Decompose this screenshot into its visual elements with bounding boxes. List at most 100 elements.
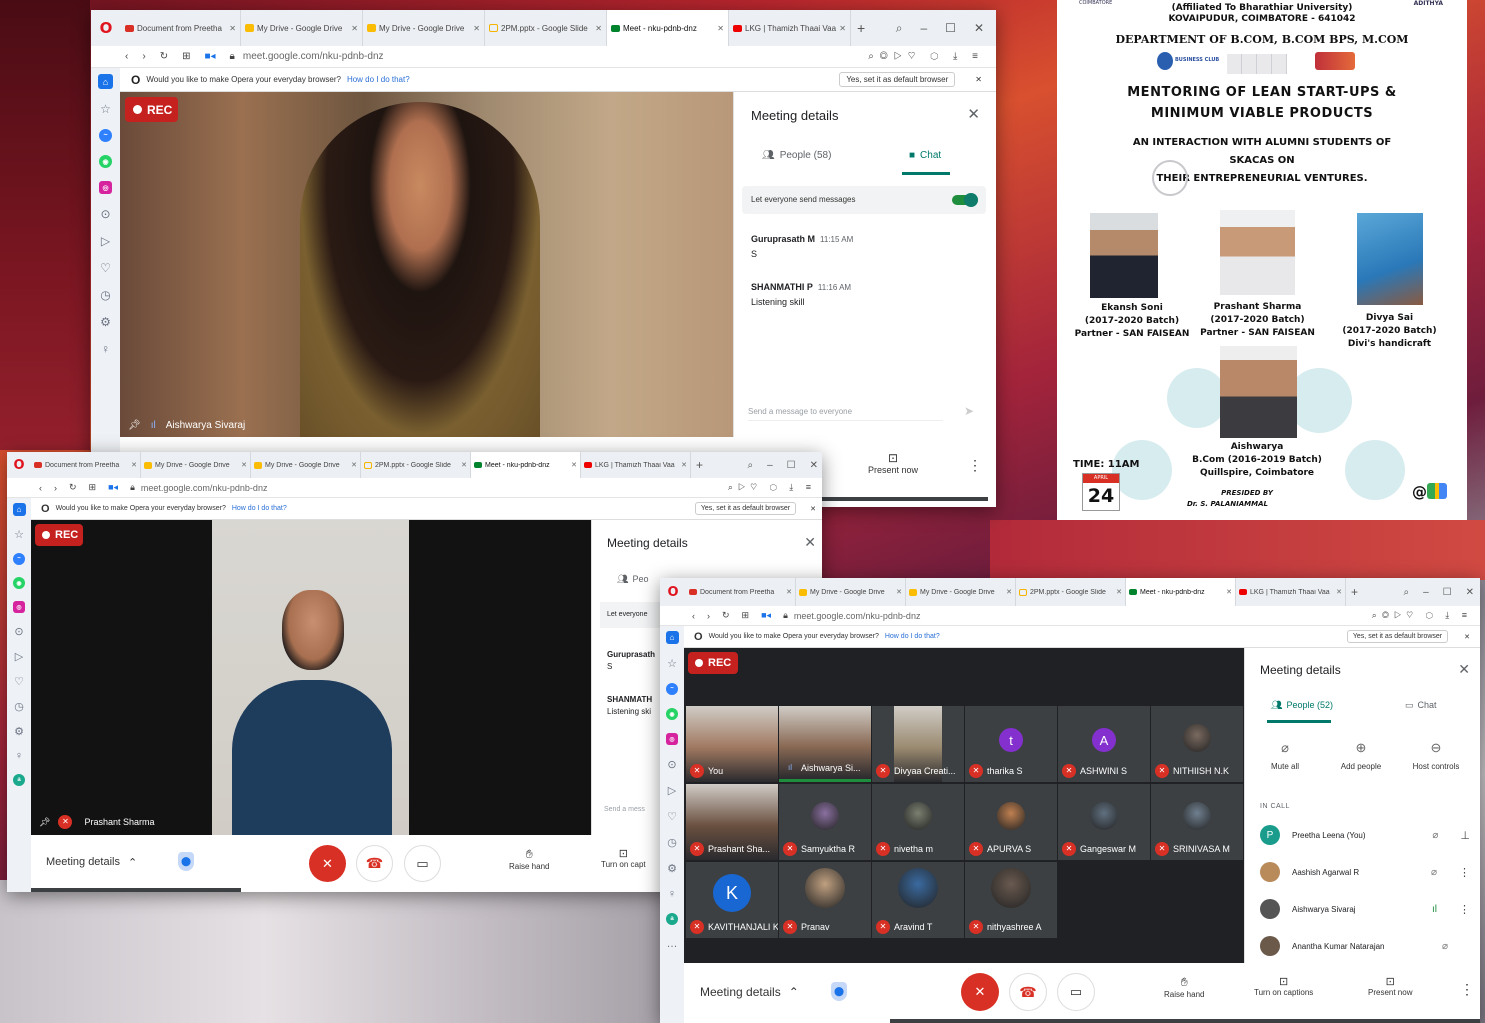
- history-icon[interactable]: ◷: [667, 836, 677, 849]
- pin-icon[interactable]: 📌︎: [128, 420, 141, 431]
- close-tab-icon[interactable]: ✕: [229, 24, 236, 33]
- set-default-button[interactable]: Yes, set it as default browser: [1346, 630, 1449, 643]
- participant-tile[interactable]: ✕ Pranav: [779, 862, 871, 938]
- address-tools[interactable]: ⌕▷♡ ⬡ ⤓ ≡: [728, 482, 816, 493]
- infobar-close-icon[interactable]: ✕: [810, 505, 816, 513]
- maximize-icon[interactable]: ☐: [787, 460, 796, 471]
- tab-drive-2[interactable]: My Drive - Google Drive ✕: [251, 452, 361, 478]
- participant-tile[interactable]: ✕ You: [686, 706, 778, 782]
- url-field[interactable]: meet.google.com/nku-pdnb-dnz: [141, 483, 268, 493]
- tab-drive-2[interactable]: My Drive - Google Drive ✕: [363, 10, 485, 46]
- close-tab-icon[interactable]: ✕: [717, 24, 724, 33]
- mic-off-button[interactable]: ✕: [961, 973, 999, 1011]
- history-icon[interactable]: ◷: [14, 700, 24, 713]
- whatsapp-icon[interactable]: ◉: [99, 155, 112, 168]
- new-tab-icon[interactable]: +: [857, 20, 865, 36]
- reload-icon[interactable]: ↻: [722, 610, 730, 621]
- tab-slides[interactable]: 2PM.pptx - Google Slide ✕: [361, 452, 471, 478]
- close-tab-icon[interactable]: ✕: [1006, 588, 1012, 596]
- tab-people[interactable]: 👥︎ Peo: [617, 574, 648, 585]
- meeting-details-toggle[interactable]: Meeting details ⌃: [46, 856, 137, 869]
- lightbulb-icon[interactable]: ♀: [15, 750, 23, 762]
- url-field[interactable]: meet.google.com/nku-pdnb-dnz: [794, 611, 921, 621]
- close-panel-icon[interactable]: ✕: [1458, 661, 1470, 678]
- more-options-icon[interactable]: ⋮: [968, 457, 982, 474]
- raise-hand-button[interactable]: ✋︎ Raise hand: [1164, 975, 1204, 999]
- participant-tile[interactable]: ✕ Divyaa Creati...: [872, 706, 964, 782]
- participant-list-item[interactable]: Aashish Agarwal R ⌀ ⋮: [1260, 859, 1470, 885]
- forward-icon[interactable]: ›: [142, 51, 145, 62]
- end-call-button[interactable]: ☎: [1009, 973, 1047, 1011]
- close-tab-icon[interactable]: ✕: [571, 461, 577, 469]
- tab-chat[interactable]: ■ Chat: [909, 150, 941, 161]
- bookmarks-icon[interactable]: ☆: [667, 657, 677, 670]
- back-icon[interactable]: ‹: [692, 611, 695, 621]
- let-everyone-toggle[interactable]: [952, 193, 978, 207]
- tab-slides[interactable]: 2PM.pptx - Google Slide ✕: [1016, 578, 1126, 606]
- settings-icon[interactable]: ⚙: [14, 725, 24, 738]
- back-icon[interactable]: ‹: [125, 51, 128, 62]
- grid-icon[interactable]: ⊞: [89, 482, 97, 493]
- tab-gmail-document[interactable]: Document from Preetha ✕: [121, 10, 241, 46]
- pin-icon[interactable]: ⊥: [1460, 829, 1470, 842]
- tab-people[interactable]: 👥︎ People (52): [1271, 700, 1333, 711]
- participant-tile[interactable]: ıl Aishwarya Si...: [779, 706, 871, 782]
- chat-input[interactable]: Send a mess: [604, 806, 645, 813]
- close-tab-icon[interactable]: ✕: [1336, 588, 1342, 596]
- close-panel-icon[interactable]: ✕: [967, 105, 980, 123]
- heart-icon[interactable]: ♡: [100, 261, 111, 275]
- tab-drive-2[interactable]: My Drive - Google Drive ✕: [906, 578, 1016, 606]
- meeting-details-toggle[interactable]: Meeting details ⌃: [700, 985, 799, 999]
- settings-icon[interactable]: ⚙: [100, 315, 111, 329]
- bookmarks-icon[interactable]: ☆: [100, 102, 111, 116]
- lightbulb-icon[interactable]: ♀: [668, 888, 676, 900]
- close-panel-icon[interactable]: ✕: [804, 534, 816, 551]
- participant-tile[interactable]: ✕ nithyashree A: [965, 862, 1057, 938]
- shield-icon[interactable]: ⬤: [831, 982, 847, 1001]
- end-call-button[interactable]: ☎: [356, 845, 393, 882]
- close-tab-icon[interactable]: ✕: [896, 588, 902, 596]
- send-icon[interactable]: ▷: [101, 234, 110, 248]
- home-icon[interactable]: ⌂: [12, 503, 26, 516]
- minimize-icon[interactable]: –: [767, 460, 773, 471]
- search-tabs-icon[interactable]: ⌕: [747, 460, 753, 471]
- reload-icon[interactable]: ↻: [160, 51, 168, 62]
- participant-tile[interactable]: ✕ Samyuktha R: [779, 784, 871, 860]
- participant-tile[interactable]: ✕ Aravind T: [872, 862, 964, 938]
- close-tab-icon[interactable]: ✕: [1116, 588, 1122, 596]
- back-icon[interactable]: ‹: [39, 483, 42, 493]
- new-tab-icon[interactable]: +: [696, 458, 703, 472]
- participant-tile[interactable]: ✕ APURVA S: [965, 784, 1057, 860]
- present-now-button[interactable]: ⊡ Present now: [1368, 975, 1412, 997]
- participant-tile[interactable]: K ✕ KAVITHANJALI K: [686, 862, 778, 938]
- whatsapp-icon[interactable]: ◉: [666, 708, 678, 720]
- player-icon[interactable]: ⊙: [667, 758, 676, 771]
- reload-icon[interactable]: ↻: [69, 482, 77, 493]
- captions-button[interactable]: ⊡ Turn on capt: [601, 847, 646, 869]
- present-now-button[interactable]: ⊡ Present now: [868, 451, 918, 475]
- camera-button[interactable]: ▭: [1057, 973, 1095, 1011]
- add-people-button[interactable]: ⊕ Add people: [1331, 740, 1391, 771]
- tab-gmail-document[interactable]: Document from Preetha ✕: [31, 452, 141, 478]
- opera-app-icon[interactable]: a: [666, 913, 678, 925]
- home-icon[interactable]: ⌂: [98, 74, 113, 89]
- camera-button[interactable]: ▭: [404, 845, 441, 882]
- set-default-button[interactable]: Yes, set it as default browser: [839, 72, 956, 87]
- maximize-icon[interactable]: ☐: [1443, 587, 1452, 598]
- home-icon[interactable]: ⌂: [665, 631, 679, 644]
- send-icon[interactable]: ▷: [15, 650, 23, 663]
- participant-tile[interactable]: ✕ Prashant Sha...: [686, 784, 778, 860]
- search-tabs-icon[interactable]: ⌕: [896, 21, 903, 36]
- infobar-close-icon[interactable]: ✕: [975, 75, 982, 84]
- captions-button[interactable]: ⊡ Turn on captions: [1254, 975, 1313, 997]
- tab-drive-1[interactable]: My Drive - Google Drive ✕: [141, 452, 251, 478]
- grid-icon[interactable]: ⊞: [182, 51, 190, 62]
- tab-drive-1[interactable]: My Drive - Google Drive ✕: [241, 10, 363, 46]
- close-tab-icon[interactable]: ✕: [595, 24, 602, 33]
- close-tab-icon[interactable]: ✕: [131, 461, 137, 469]
- player-icon[interactable]: ⊙: [100, 207, 110, 221]
- participant-tile[interactable]: A ✕ ASHWINI S: [1058, 706, 1150, 782]
- shield-icon[interactable]: ⬤: [178, 852, 194, 871]
- more-options-icon[interactable]: ⋮: [1460, 981, 1474, 998]
- search-tabs-icon[interactable]: ⌕: [1403, 587, 1409, 598]
